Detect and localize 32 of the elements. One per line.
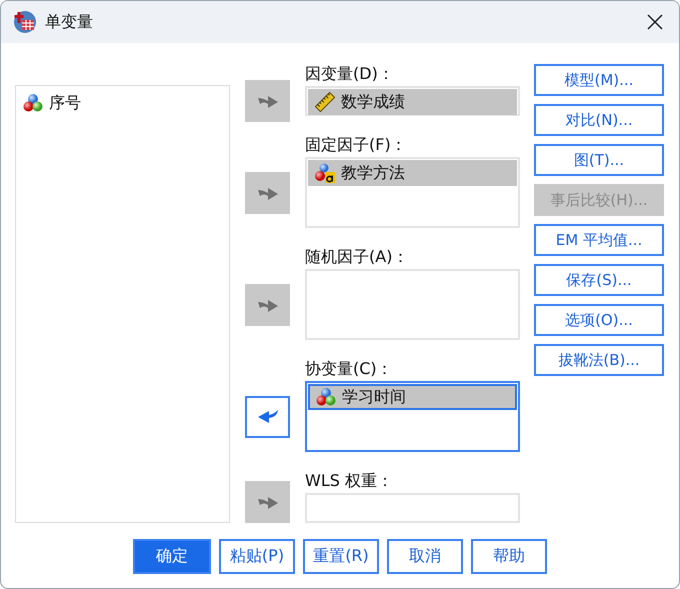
field-label: 固定因子(F)： [305,135,408,155]
variable-field[interactable] [305,493,520,523]
option-button[interactable]: 模型(M)... [534,64,664,96]
variable-field[interactable]: 教学方法 [305,157,520,228]
variable-field[interactable]: 学习时间 [305,381,520,452]
balls-icon [23,93,43,113]
dialog-button[interactable]: 帮助 [471,539,547,574]
option-button[interactable]: 对比(N)... [534,104,664,136]
field-label: 协变量(C)： [305,359,394,379]
balls-icon [316,387,336,407]
option-button[interactable]: 拔靴法(B)... [534,344,664,376]
dialog-button[interactable]: 确定 [133,539,211,574]
move-button[interactable] [245,396,290,438]
window-title: 单变量 [45,12,94,32]
dialog-button[interactable]: 粘贴(P) [219,539,295,574]
dialog-button[interactable]: 取消 [387,539,463,574]
close-icon [647,14,663,30]
field-label: 因变量(D)： [305,64,395,84]
dialog-button[interactable]: 重置(R) [303,539,379,574]
option-button[interactable]: 选项(O)... [534,304,664,336]
option-button[interactable]: 保存(S)... [534,264,664,296]
variable-item[interactable]: 教学方法 [308,160,517,186]
option-button[interactable]: 图(T)... [534,144,664,176]
field-label: WLS 权重： [305,471,394,491]
option-button[interactable]: EM 平均值... [534,224,664,256]
string-variable-icon [315,163,335,183]
variable-list[interactable]: 序号 [15,85,230,523]
app-icon [13,10,37,34]
variable-item[interactable]: 学习时间 [308,384,517,410]
variable-item[interactable]: 序号 [16,90,229,116]
variable-field[interactable] [305,269,520,340]
field-label: 随机因子(A)： [305,247,410,267]
